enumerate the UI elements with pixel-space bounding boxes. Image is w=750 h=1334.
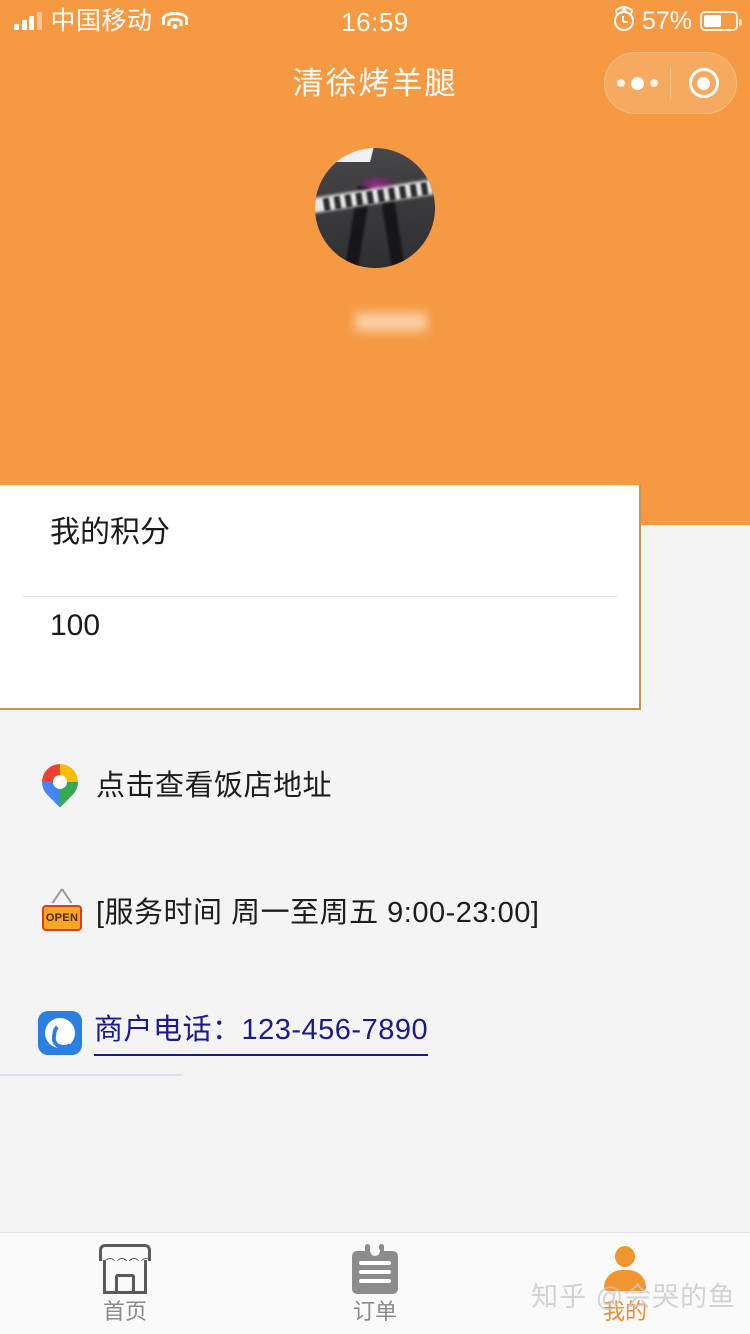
service-hours-label: [服务时间 周一至周五 9:00-23:00] (96, 897, 540, 929)
tab-profile-label: 我的 (602, 1299, 647, 1324)
tab-home-label: 首页 (102, 1299, 147, 1324)
battery-icon (700, 11, 742, 31)
nickname-redacted (355, 310, 427, 334)
tab-home[interactable]: 首页 (0, 1233, 250, 1334)
status-bar: 中国移动 16:59 57% (0, 0, 750, 44)
phone-icon (38, 1011, 82, 1055)
alarm-clock-icon (613, 11, 634, 31)
orange-header: 中国移动 16:59 57% 清徐烤羊腿 (0, 0, 750, 525)
more-dots-icon (617, 76, 658, 90)
merchant-phone-row[interactable]: 商户电话：123-456-7890 (38, 1010, 429, 1056)
status-bar-right: 57% (613, 7, 742, 35)
service-hours-row: OPEN [服务时间 周一至周五 9:00-23:00] (38, 888, 539, 938)
open-sign-icon: OPEN (38, 888, 86, 938)
content-divider (0, 1074, 183, 1076)
points-card-title: 我的积分 (50, 516, 170, 549)
tab-orders-label: 订单 (352, 1299, 397, 1324)
capsule-target-icon (688, 68, 719, 98)
bottom-tab-bar: 首页 订单 我的 (0, 1232, 750, 1334)
points-card-divider (23, 596, 617, 597)
restaurant-address-label: 点击查看饭店地址 (96, 770, 333, 802)
tab-orders[interactable]: 订单 (250, 1233, 500, 1334)
tab-profile[interactable]: 我的 (500, 1233, 750, 1334)
more-menu-button[interactable] (605, 76, 670, 90)
points-card-value: 100 (50, 609, 101, 642)
person-icon (600, 1244, 650, 1294)
merchant-phone-link[interactable]: 商户电话：123-456-7890 (94, 1010, 429, 1056)
avatar[interactable] (315, 148, 435, 268)
mini-program-profile-page: 中国移动 16:59 57% 清徐烤羊腿 我的积分 100 点击查看饭店地址 O… (0, 0, 750, 1334)
close-miniprogram-button[interactable] (671, 68, 736, 98)
wechat-capsule-menu[interactable] (604, 52, 737, 114)
map-pin-icon (34, 756, 86, 810)
order-icon (352, 1244, 398, 1294)
shop-icon (99, 1244, 151, 1294)
battery-percent-label: 57% (641, 7, 692, 35)
restaurant-address-row[interactable]: 点击查看饭店地址 (34, 756, 333, 810)
